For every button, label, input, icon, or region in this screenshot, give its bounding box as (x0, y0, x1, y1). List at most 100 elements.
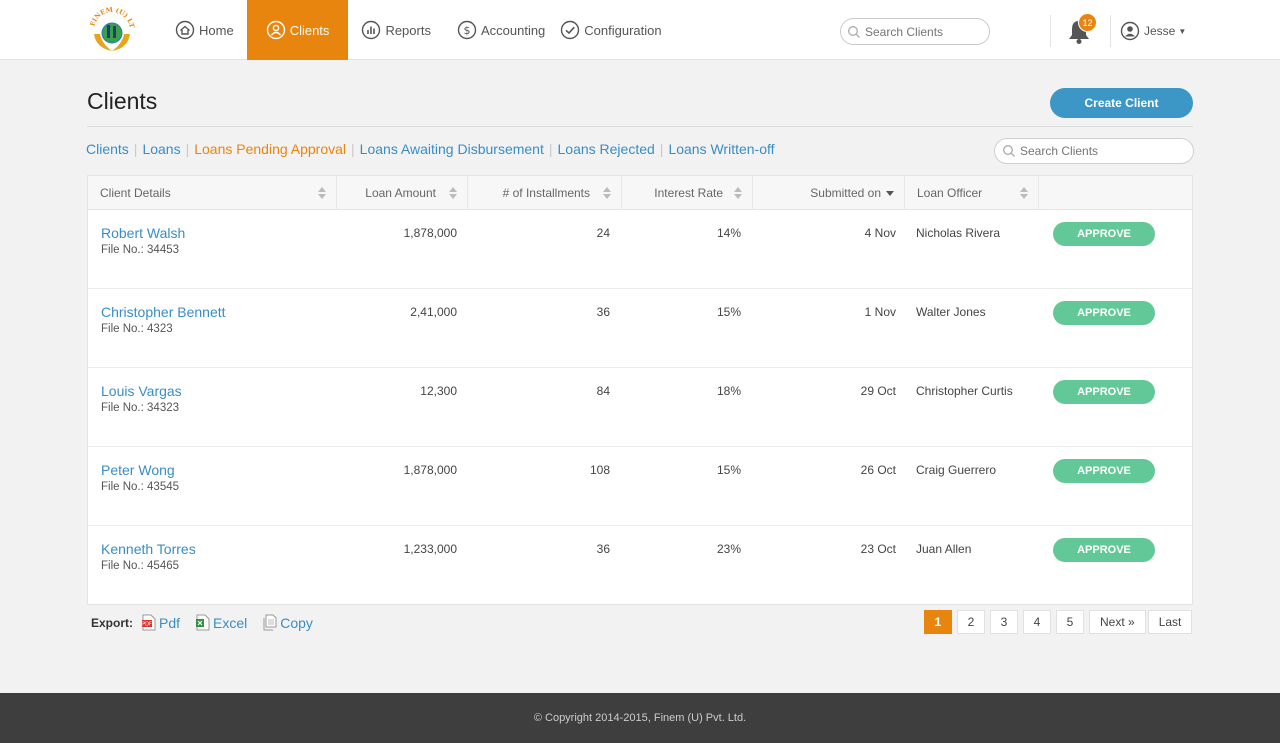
company-logo[interactable]: FINEM (U) LTD (86, 4, 138, 56)
table-row: Christopher Bennett File No.: 4323 2,41,00… (88, 289, 1192, 368)
col-loan-amount[interactable]: Loan Amount (337, 176, 468, 210)
tab-clients[interactable]: Clients (86, 141, 129, 157)
interest-rate: 14% (716, 226, 741, 240)
footer: © Copyright 2014-2015, Finem (U) Pvt. Lt… (0, 693, 1280, 743)
submitted-date: 1 Nov (864, 305, 896, 319)
table-row: Peter Wong File No.: 43545 1,878,000 108 15%… (88, 447, 1192, 526)
installments: 84 (596, 384, 610, 398)
pagination: 1 2 3 4 5 Next » Last (924, 610, 1193, 634)
col-actions (1039, 176, 1192, 210)
main-nav: Home Clients Reports $ Accounting Config… (163, 0, 675, 60)
installments: 108 (589, 463, 610, 477)
table-row: Kenneth Torres File No.: 45465 1,233,000 36… (88, 526, 1192, 605)
col-loan-officer[interactable]: Loan Officer (905, 176, 1039, 210)
table-row: Robert Walsh File No.: 34453 1,878,000 24 14… (88, 210, 1192, 289)
svg-text:$: $ (463, 24, 470, 37)
submitted-date: 4 Nov (864, 226, 896, 240)
chevron-down-icon: ▼ (1178, 26, 1187, 36)
approve-button[interactable]: APPROVE (1053, 380, 1155, 404)
divider (1050, 15, 1051, 47)
next-page-button[interactable]: Next » (1089, 610, 1146, 634)
interest-rate: 15% (716, 463, 741, 477)
divider (1110, 15, 1111, 47)
nav-reports-label: Reports (385, 22, 431, 38)
nav-reports[interactable]: Reports (348, 0, 444, 60)
sort-icon (449, 187, 457, 199)
divider (87, 126, 1193, 127)
user-avatar-icon (1120, 21, 1140, 41)
page-5[interactable]: 5 (1056, 610, 1084, 634)
tab-loans[interactable]: Loans (142, 141, 180, 157)
tab-loans-awaiting-disbursement[interactable]: Loans Awaiting Disbursement (360, 141, 544, 157)
sort-icon (734, 187, 742, 199)
col-interest-rate[interactable]: Interest Rate (622, 176, 753, 210)
chart-icon (361, 20, 381, 40)
sort-icon (318, 187, 326, 199)
client-name-link[interactable]: Robert Walsh (101, 225, 185, 241)
nav-home[interactable]: Home (163, 0, 247, 60)
loans-table: Client Details Loan Amount # of Installm… (87, 175, 1193, 605)
search-icon (848, 25, 860, 38)
excel-icon (196, 614, 210, 631)
tab-loans-pending-approval[interactable]: Loans Pending Approval (194, 141, 346, 157)
loan-officer: Nicholas Rivera (916, 226, 1001, 240)
loan-amount: 12,300 (420, 384, 457, 398)
page-1[interactable]: 1 (924, 610, 952, 634)
client-file-number: File No.: 34323 (101, 402, 180, 414)
interest-rate: 18% (716, 384, 741, 398)
table-search[interactable] (994, 138, 1194, 164)
nav-accounting[interactable]: $ Accounting (444, 0, 558, 60)
interest-rate: 15% (716, 305, 741, 319)
notification-badge: 12 (1078, 13, 1097, 32)
export-copy-link[interactable]: Copy (262, 614, 313, 631)
check-circle-icon (560, 20, 580, 40)
loan-officer: Christopher Curtis (916, 384, 1013, 398)
client-name-link[interactable]: Kenneth Torres (101, 541, 196, 557)
loan-officer: Walter Jones (916, 305, 986, 319)
installments: 36 (596, 542, 610, 556)
header-search[interactable] (840, 18, 990, 45)
tab-loans-written-off[interactable]: Loans Written-off (668, 141, 774, 157)
table-row: Louis Vargas File No.: 34323 12,300 84 18% 29… (88, 368, 1192, 447)
table-header: Client Details Loan Amount # of Installm… (88, 176, 1192, 210)
dollar-icon: $ (457, 20, 477, 40)
sort-desc-icon (886, 191, 894, 196)
approve-button[interactable]: APPROVE (1053, 538, 1155, 562)
page-3[interactable]: 3 (990, 610, 1018, 634)
last-page-button[interactable]: Last (1147, 610, 1193, 634)
nav-configuration-label: Configuration (584, 22, 662, 38)
approve-button[interactable]: APPROVE (1053, 459, 1155, 483)
approve-button[interactable]: APPROVE (1053, 222, 1155, 246)
page-2[interactable]: 2 (957, 610, 985, 634)
client-file-number: File No.: 43545 (101, 481, 180, 493)
client-name-link[interactable]: Louis Vargas (101, 383, 182, 399)
create-client-button[interactable]: Create Client (1050, 88, 1193, 118)
nav-clients-label: Clients (289, 22, 330, 38)
nav-configuration[interactable]: Configuration (558, 0, 674, 60)
sort-icon (603, 187, 611, 199)
client-name-link[interactable]: Christopher Bennett (101, 304, 226, 320)
nav-accounting-label: Accounting (480, 22, 546, 38)
loan-tabs: Clients | Loans | Loans Pending Approval | … (86, 141, 775, 157)
tab-loans-rejected[interactable]: Loans Rejected (558, 141, 655, 157)
installments: 36 (596, 305, 610, 319)
loan-amount: 1,878,000 (403, 463, 457, 477)
header-search-input[interactable] (865, 24, 985, 39)
search-icon (1003, 145, 1015, 157)
col-submitted-on[interactable]: Submitted on (753, 176, 905, 210)
user-menu[interactable]: Jesse ▼ (1120, 21, 1186, 41)
loan-officer: Craig Guerrero (916, 463, 997, 477)
table-search-input[interactable] (1020, 144, 1180, 158)
submitted-date: 29 Oct (860, 384, 896, 398)
loan-amount: 1,233,000 (403, 542, 457, 556)
approve-button[interactable]: APPROVE (1053, 301, 1155, 325)
col-installments[interactable]: # of Installments (468, 176, 622, 210)
client-name-link[interactable]: Peter Wong (101, 462, 175, 478)
export-excel-link[interactable]: Excel (195, 614, 247, 631)
loan-amount: 1,878,000 (403, 226, 457, 240)
col-client-details[interactable]: Client Details (88, 176, 337, 210)
nav-clients[interactable]: Clients (246, 0, 349, 60)
page-4[interactable]: 4 (1023, 610, 1051, 634)
export-pdf-link[interactable]: PDF Pdf (141, 614, 180, 631)
export-bar: Export: PDF Pdf Excel Copy (91, 614, 328, 631)
